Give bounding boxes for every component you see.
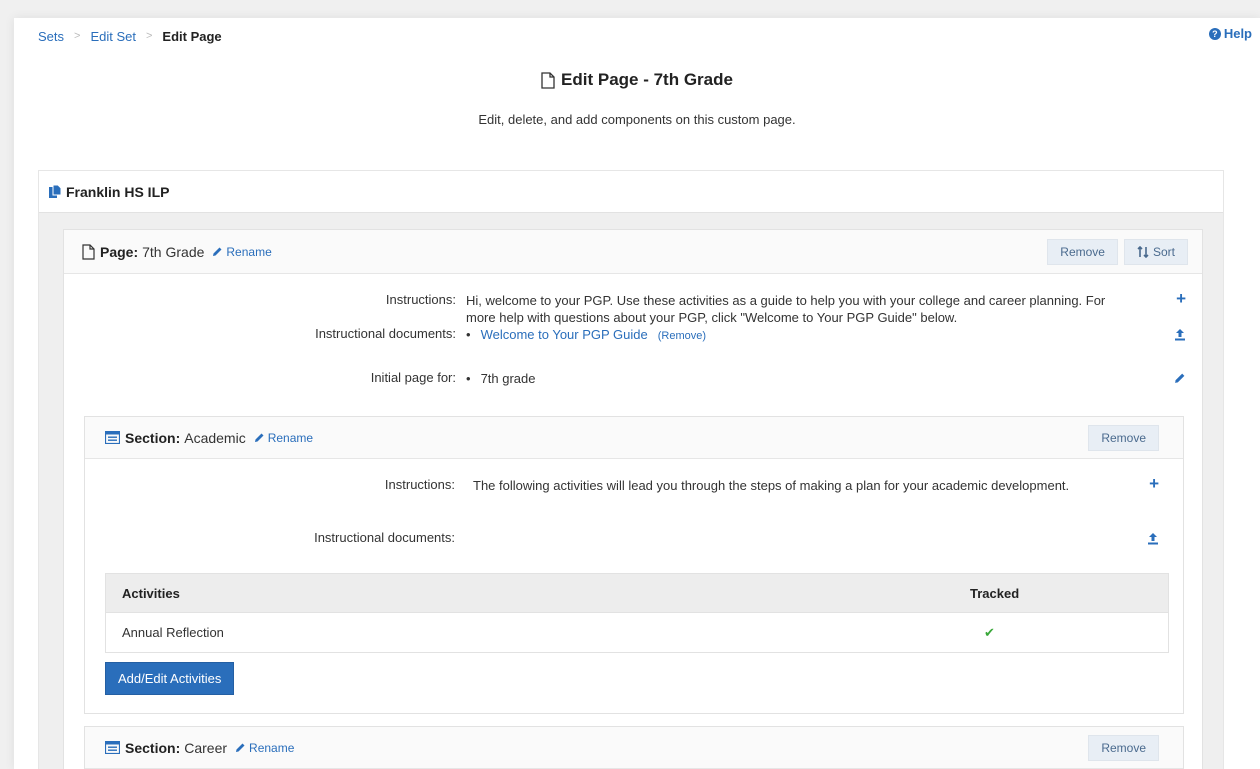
- rename-section-link[interactable]: Rename: [254, 431, 313, 445]
- page-subtitle: Edit, delete, and add components on this…: [478, 112, 796, 127]
- breadcrumb-sets[interactable]: Sets: [38, 29, 64, 44]
- section-label: Section:: [125, 739, 181, 756]
- section-name: Career: [184, 739, 228, 756]
- page-panel: Page: 7th Grade Rename Remove Sort Instr…: [63, 229, 1203, 769]
- table-header: Activities Tracked: [106, 574, 1168, 612]
- activities-table: Activities Tracked Annual Reflection ✔: [105, 573, 1169, 653]
- pencil-icon: [254, 433, 264, 442]
- section-label: Section:: [125, 429, 181, 446]
- initial-list: 7th grade: [466, 370, 536, 387]
- page-title-text: Edit Page - 7th Grade: [561, 70, 733, 89]
- section-name: Academic: [184, 429, 246, 446]
- page-panel-header: Page: 7th Grade Rename Remove Sort: [64, 230, 1202, 274]
- remove-section-button[interactable]: Remove: [1088, 735, 1159, 761]
- list-alt-icon: [105, 431, 120, 444]
- documents-icon: [49, 184, 62, 198]
- instructions-label: Instructions:: [385, 292, 456, 307]
- section-career: Section: Career Rename Remove: [84, 726, 1184, 769]
- top-bar: Sets > Edit Set > Edit Page ? Help: [38, 26, 1260, 46]
- pencil-icon: [213, 247, 222, 256]
- breadcrumb: Sets > Edit Set > Edit Page: [38, 29, 222, 44]
- section-instructions-text: The following activities will lead you t…: [473, 478, 1070, 493]
- section-academic-header: Section: Academic Rename Remove: [85, 417, 1183, 459]
- page-label: Page:: [100, 243, 139, 260]
- page-container: Sets > Edit Set > Edit Page ? Help Edit …: [14, 18, 1260, 769]
- sort-icon: [1137, 246, 1149, 258]
- section-career-header: Section: Career Rename Remove: [85, 727, 1183, 769]
- pencil-icon: [236, 743, 245, 752]
- section-header-buttons: Remove: [1088, 425, 1159, 451]
- docs-list: Welcome to Your PGP Guide (Remove): [466, 326, 706, 345]
- page-instructions-text: Hi, welcome to your PGP. Use these activ…: [466, 293, 1106, 325]
- breadcrumb-edit-page: Edit Page: [162, 28, 222, 44]
- page-header-buttons: Remove Sort: [1047, 239, 1188, 265]
- section-header-buttons: Remove: [1088, 735, 1159, 761]
- rename-page-link[interactable]: Rename: [212, 244, 272, 259]
- remove-section-button[interactable]: Remove: [1088, 425, 1159, 451]
- remove-page-button[interactable]: Remove: [1047, 239, 1118, 265]
- pencil-icon[interactable]: [1174, 372, 1186, 384]
- add-edit-activities-button[interactable]: Add/Edit Activities: [105, 662, 235, 695]
- breadcrumb-separator: >: [74, 30, 81, 42]
- instructional-docs-label: Instructional documents:: [314, 530, 455, 545]
- help-label: Help: [1223, 26, 1252, 41]
- page-name: 7th Grade: [142, 243, 205, 260]
- file-icon: [82, 243, 95, 260]
- rename-section-link[interactable]: Rename: [235, 741, 294, 755]
- doc-item: Welcome to Your PGP Guide (Remove): [466, 326, 706, 345]
- list-alt-icon: [105, 741, 120, 754]
- question-circle-icon: ?: [1208, 27, 1221, 40]
- section-academic: Section: Academic Rename Remove Instruct…: [84, 416, 1184, 714]
- initial-page-label: Initial page for:: [370, 370, 456, 385]
- set-header: Franklin HS ILP: [39, 171, 1223, 213]
- upload-icon[interactable]: [1147, 532, 1159, 545]
- set-name: Franklin HS ILP: [66, 183, 170, 200]
- file-icon: [541, 71, 555, 89]
- instructional-docs-label: Instructional documents:: [315, 326, 456, 341]
- sort-label: Sort: [1152, 245, 1175, 259]
- add-instructions-icon[interactable]: +: [1176, 290, 1186, 307]
- instructions-label: Instructions:: [384, 477, 455, 492]
- check-icon: ✔: [984, 624, 995, 640]
- initial-item: 7th grade: [466, 370, 536, 387]
- breadcrumb-edit-set[interactable]: Edit Set: [90, 29, 136, 44]
- page-title: Edit Page - 7th Grade: [14, 70, 1260, 90]
- col-activities: Activities: [122, 585, 180, 601]
- table-row: Annual Reflection ✔: [106, 612, 1168, 652]
- sort-button[interactable]: Sort: [1123, 239, 1188, 265]
- col-tracked: Tracked: [970, 585, 1020, 601]
- doc-remove-link[interactable]: (Remove): [658, 330, 706, 342]
- rename-label: Rename: [249, 740, 295, 755]
- rename-label: Rename: [267, 430, 314, 445]
- add-instructions-icon[interactable]: +: [1149, 475, 1159, 492]
- rename-label: Rename: [226, 244, 272, 259]
- breadcrumb-separator: >: [145, 30, 153, 42]
- set-container: Franklin HS ILP Page: 7th Grade Rename R…: [38, 170, 1224, 769]
- activity-name: Annual Reflection: [122, 625, 224, 640]
- upload-icon[interactable]: [1174, 328, 1186, 341]
- doc-link[interactable]: Welcome to Your PGP Guide: [481, 327, 648, 342]
- help-link[interactable]: ? Help: [1208, 26, 1252, 41]
